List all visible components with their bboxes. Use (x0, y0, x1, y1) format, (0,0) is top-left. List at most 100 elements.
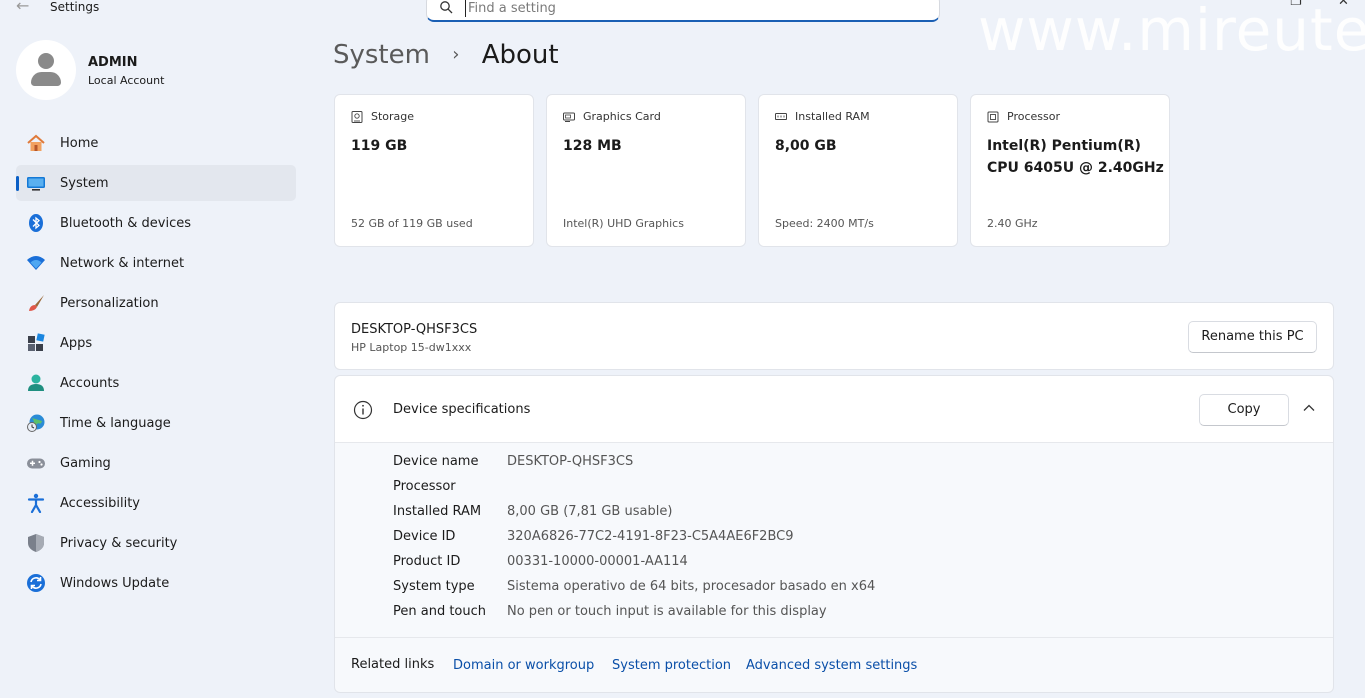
breadcrumb-separator: › (452, 44, 460, 65)
user-account-type: Local Account (88, 74, 165, 87)
apps-icon (28, 333, 45, 351)
back-arrow-icon[interactable]: ← (16, 0, 29, 15)
sidebar-item-home[interactable]: Home (16, 125, 296, 161)
sidebar-item-label: Windows Update (60, 576, 170, 591)
home-icon (27, 134, 45, 151)
system-icon (27, 177, 45, 191)
breadcrumb-parent[interactable]: System (333, 40, 430, 70)
processor-card[interactable]: Processor Intel(R) Pentium(R) CPU 6405U … (970, 94, 1170, 247)
card-subtitle: Speed: 2400 MT/s (775, 217, 874, 230)
avatar (16, 40, 76, 100)
card-subtitle: 52 GB of 119 GB used (351, 217, 473, 230)
card-title: Installed RAM (795, 110, 870, 123)
wifi-icon (27, 256, 45, 270)
spec-label: Device name (393, 454, 479, 469)
card-subtitle: Intel(R) UHD Graphics (563, 217, 684, 230)
related-links-label: Related links (351, 657, 435, 672)
breadcrumb: System › About (333, 40, 559, 70)
globe-clock-icon (27, 414, 45, 432)
sidebar-item-label: System (60, 176, 109, 191)
sidebar-item-privacy-security[interactable]: Privacy & security (16, 525, 296, 561)
spec-label: Device ID (393, 529, 456, 544)
rename-pc-button[interactable]: Rename this PC (1188, 321, 1317, 353)
spec-label: Installed RAM (393, 504, 482, 519)
shield-icon (28, 534, 44, 552)
app-title: Settings (50, 0, 100, 14)
bluetooth-icon (29, 214, 43, 232)
user-name: ADMIN (88, 55, 138, 70)
sidebar-item-label: Home (60, 136, 99, 151)
advanced-system-settings-link[interactable]: Advanced system settings (746, 658, 917, 673)
card-value: 119 GB (351, 138, 408, 154)
pc-model: HP Laptop 15-dw1xxx (351, 341, 472, 354)
sidebar-item-apps[interactable]: Apps (16, 325, 296, 361)
card-value: 128 MB (563, 138, 622, 154)
card-value: 8,00 GB (775, 138, 837, 154)
gamepad-icon (27, 458, 45, 469)
active-indicator (16, 176, 19, 191)
device-specifications-header[interactable]: Device specifications Copy (335, 376, 1333, 443)
sidebar-item-accounts[interactable]: Accounts (16, 365, 296, 401)
sidebar-item-label: Apps (60, 336, 93, 351)
sidebar-item-label: Gaming (60, 456, 111, 471)
spec-label: Product ID (393, 554, 461, 569)
sidebar-item-label: Network & internet (60, 256, 185, 271)
card-value: Intel(R) Pentium(R) CPU 6405U @ 2.40GHz (987, 138, 1164, 176)
sidebar-item-personalization[interactable]: Personalization (16, 285, 296, 321)
info-icon (353, 400, 373, 420)
accessibility-icon (27, 493, 45, 513)
device-specifications-title: Device specifications (393, 402, 531, 417)
gpu-icon (563, 112, 575, 122)
card-title: Processor (1007, 110, 1060, 123)
account-icon (28, 374, 44, 391)
chevron-up-icon[interactable] (1301, 400, 1317, 416)
search-input[interactable] (465, 0, 925, 17)
pc-name: DESKTOP-QHSF3CS (351, 322, 478, 337)
card-title: Graphics Card (583, 110, 661, 123)
graphics-card[interactable]: Graphics Card 128 MB Intel(R) UHD Graphi… (546, 94, 746, 247)
sidebar-item-label: Bluetooth & devices (60, 216, 191, 231)
sidebar-item-time-language[interactable]: Time & language (16, 405, 296, 441)
card-title: Storage (371, 110, 415, 123)
sidebar-item-bluetooth[interactable]: Bluetooth & devices (16, 205, 296, 241)
brush-icon (29, 295, 44, 311)
copy-button[interactable]: Copy (1199, 394, 1289, 426)
avatar-body (31, 72, 61, 86)
sidebar-item-label: Personalization (60, 296, 159, 311)
spec-label: Processor (393, 479, 456, 494)
update-icon (27, 574, 45, 592)
storage-icon (351, 111, 363, 123)
storage-card[interactable]: Storage 119 GB 52 GB of 119 GB used (334, 94, 534, 247)
ram-card[interactable]: Installed RAM 8,00 GB Speed: 2400 MT/s (758, 94, 958, 247)
card-subtitle: 2.40 GHz (987, 217, 1038, 230)
search-box[interactable] (426, 0, 940, 22)
sidebar-item-network[interactable]: Network & internet (16, 245, 296, 281)
spec-label: System type (393, 579, 475, 594)
sidebar-item-label: Accounts (60, 376, 120, 391)
spec-value: 8,00 GB (7,81 GB usable) (507, 504, 673, 519)
cpu-icon (987, 111, 999, 123)
sidebar-nav: Home System Bluetooth & devices Network … (16, 125, 296, 605)
ram-icon (775, 113, 787, 120)
spec-value: Sistema operativo de 64 bits, procesador… (507, 579, 876, 594)
sidebar-item-system[interactable]: System (16, 165, 296, 201)
device-specifications-panel: Device specifications Copy Device name D… (334, 375, 1334, 693)
sidebar-item-gaming[interactable]: Gaming (16, 445, 296, 481)
avatar-head (38, 53, 54, 69)
sidebar-item-accessibility[interactable]: Accessibility (16, 485, 296, 521)
spec-value: 00331-10000-00001-AA114 (507, 554, 688, 569)
search-icon (440, 1, 453, 14)
spec-label: Pen and touch (393, 604, 487, 619)
system-protection-link[interactable]: System protection (612, 658, 731, 673)
related-links: Related links Domain or workgroup System… (335, 637, 1333, 693)
spec-value: 320A6826-77C2-4191-8F23-C5A4AE6F2BC9 (507, 529, 794, 544)
spec-value: DESKTOP-QHSF3CS (507, 454, 634, 469)
sidebar-item-label: Time & language (60, 416, 171, 431)
page-title: About (481, 40, 559, 70)
sidebar-item-windows-update[interactable]: Windows Update (16, 565, 296, 601)
watermark: www.mireute (978, 0, 1365, 64)
sidebar-item-label: Accessibility (60, 496, 140, 511)
pc-name-panel: DESKTOP-QHSF3CS HP Laptop 15-dw1xxx Rena… (334, 302, 1334, 370)
sidebar-item-label: Privacy & security (60, 536, 178, 551)
domain-workgroup-link[interactable]: Domain or workgroup (453, 658, 594, 673)
